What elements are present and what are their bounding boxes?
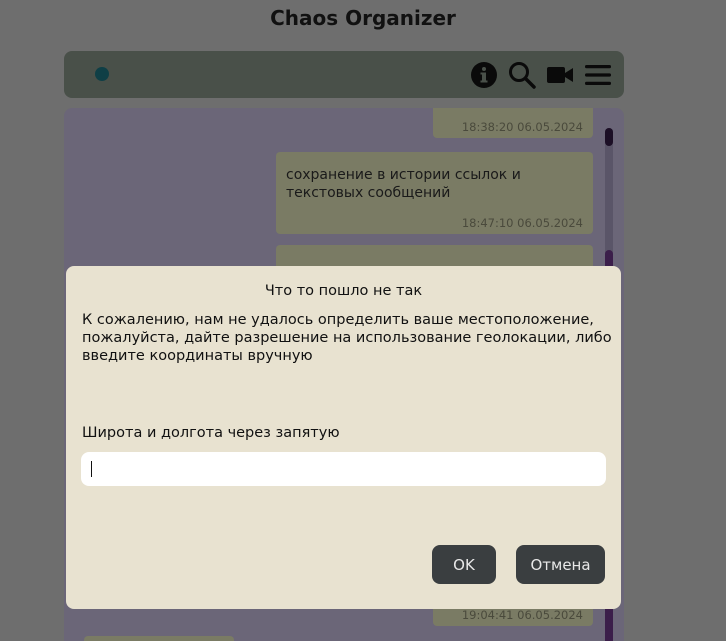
scrollbar-thumb[interactable]	[605, 128, 613, 146]
coordinates-input[interactable]	[81, 452, 606, 486]
cancel-button[interactable]: Отмена	[516, 545, 605, 584]
dialog-message: К сожалению, нам не удалось определить в…	[82, 312, 612, 364]
search-icon[interactable]	[507, 60, 537, 90]
page-title: Chaos Organizer	[270, 6, 456, 30]
connection-status-dot	[95, 67, 109, 81]
menu-icon[interactable]	[583, 60, 613, 90]
message-bubble[interactable]: сохранение в истории ссылок и текстовых …	[276, 152, 593, 234]
message-timestamp: 18:38:20 06.05.2024	[461, 120, 583, 134]
message-timestamp: 18:47:10 06.05.2024	[461, 216, 583, 230]
video-icon[interactable]	[545, 60, 575, 90]
text-caret	[91, 461, 92, 477]
ok-button[interactable]: OK	[432, 545, 496, 584]
dialog-title: Что то пошло не так	[264, 283, 423, 299]
toolbar	[64, 51, 624, 98]
message-text: сохранение в истории ссылок и текстовых …	[286, 167, 521, 201]
message-timestamp: 19:04:41 06.05.2024	[461, 608, 583, 622]
message-bubble[interactable]	[84, 636, 234, 641]
geolocation-error-dialog: Что то пошло не так К сожалению, нам не …	[66, 266, 621, 609]
info-icon[interactable]	[469, 60, 499, 90]
message-bubble[interactable]: 18:38:20 06.05.2024	[433, 108, 593, 138]
coordinates-label: Широта и долгота через запятую	[82, 425, 340, 441]
